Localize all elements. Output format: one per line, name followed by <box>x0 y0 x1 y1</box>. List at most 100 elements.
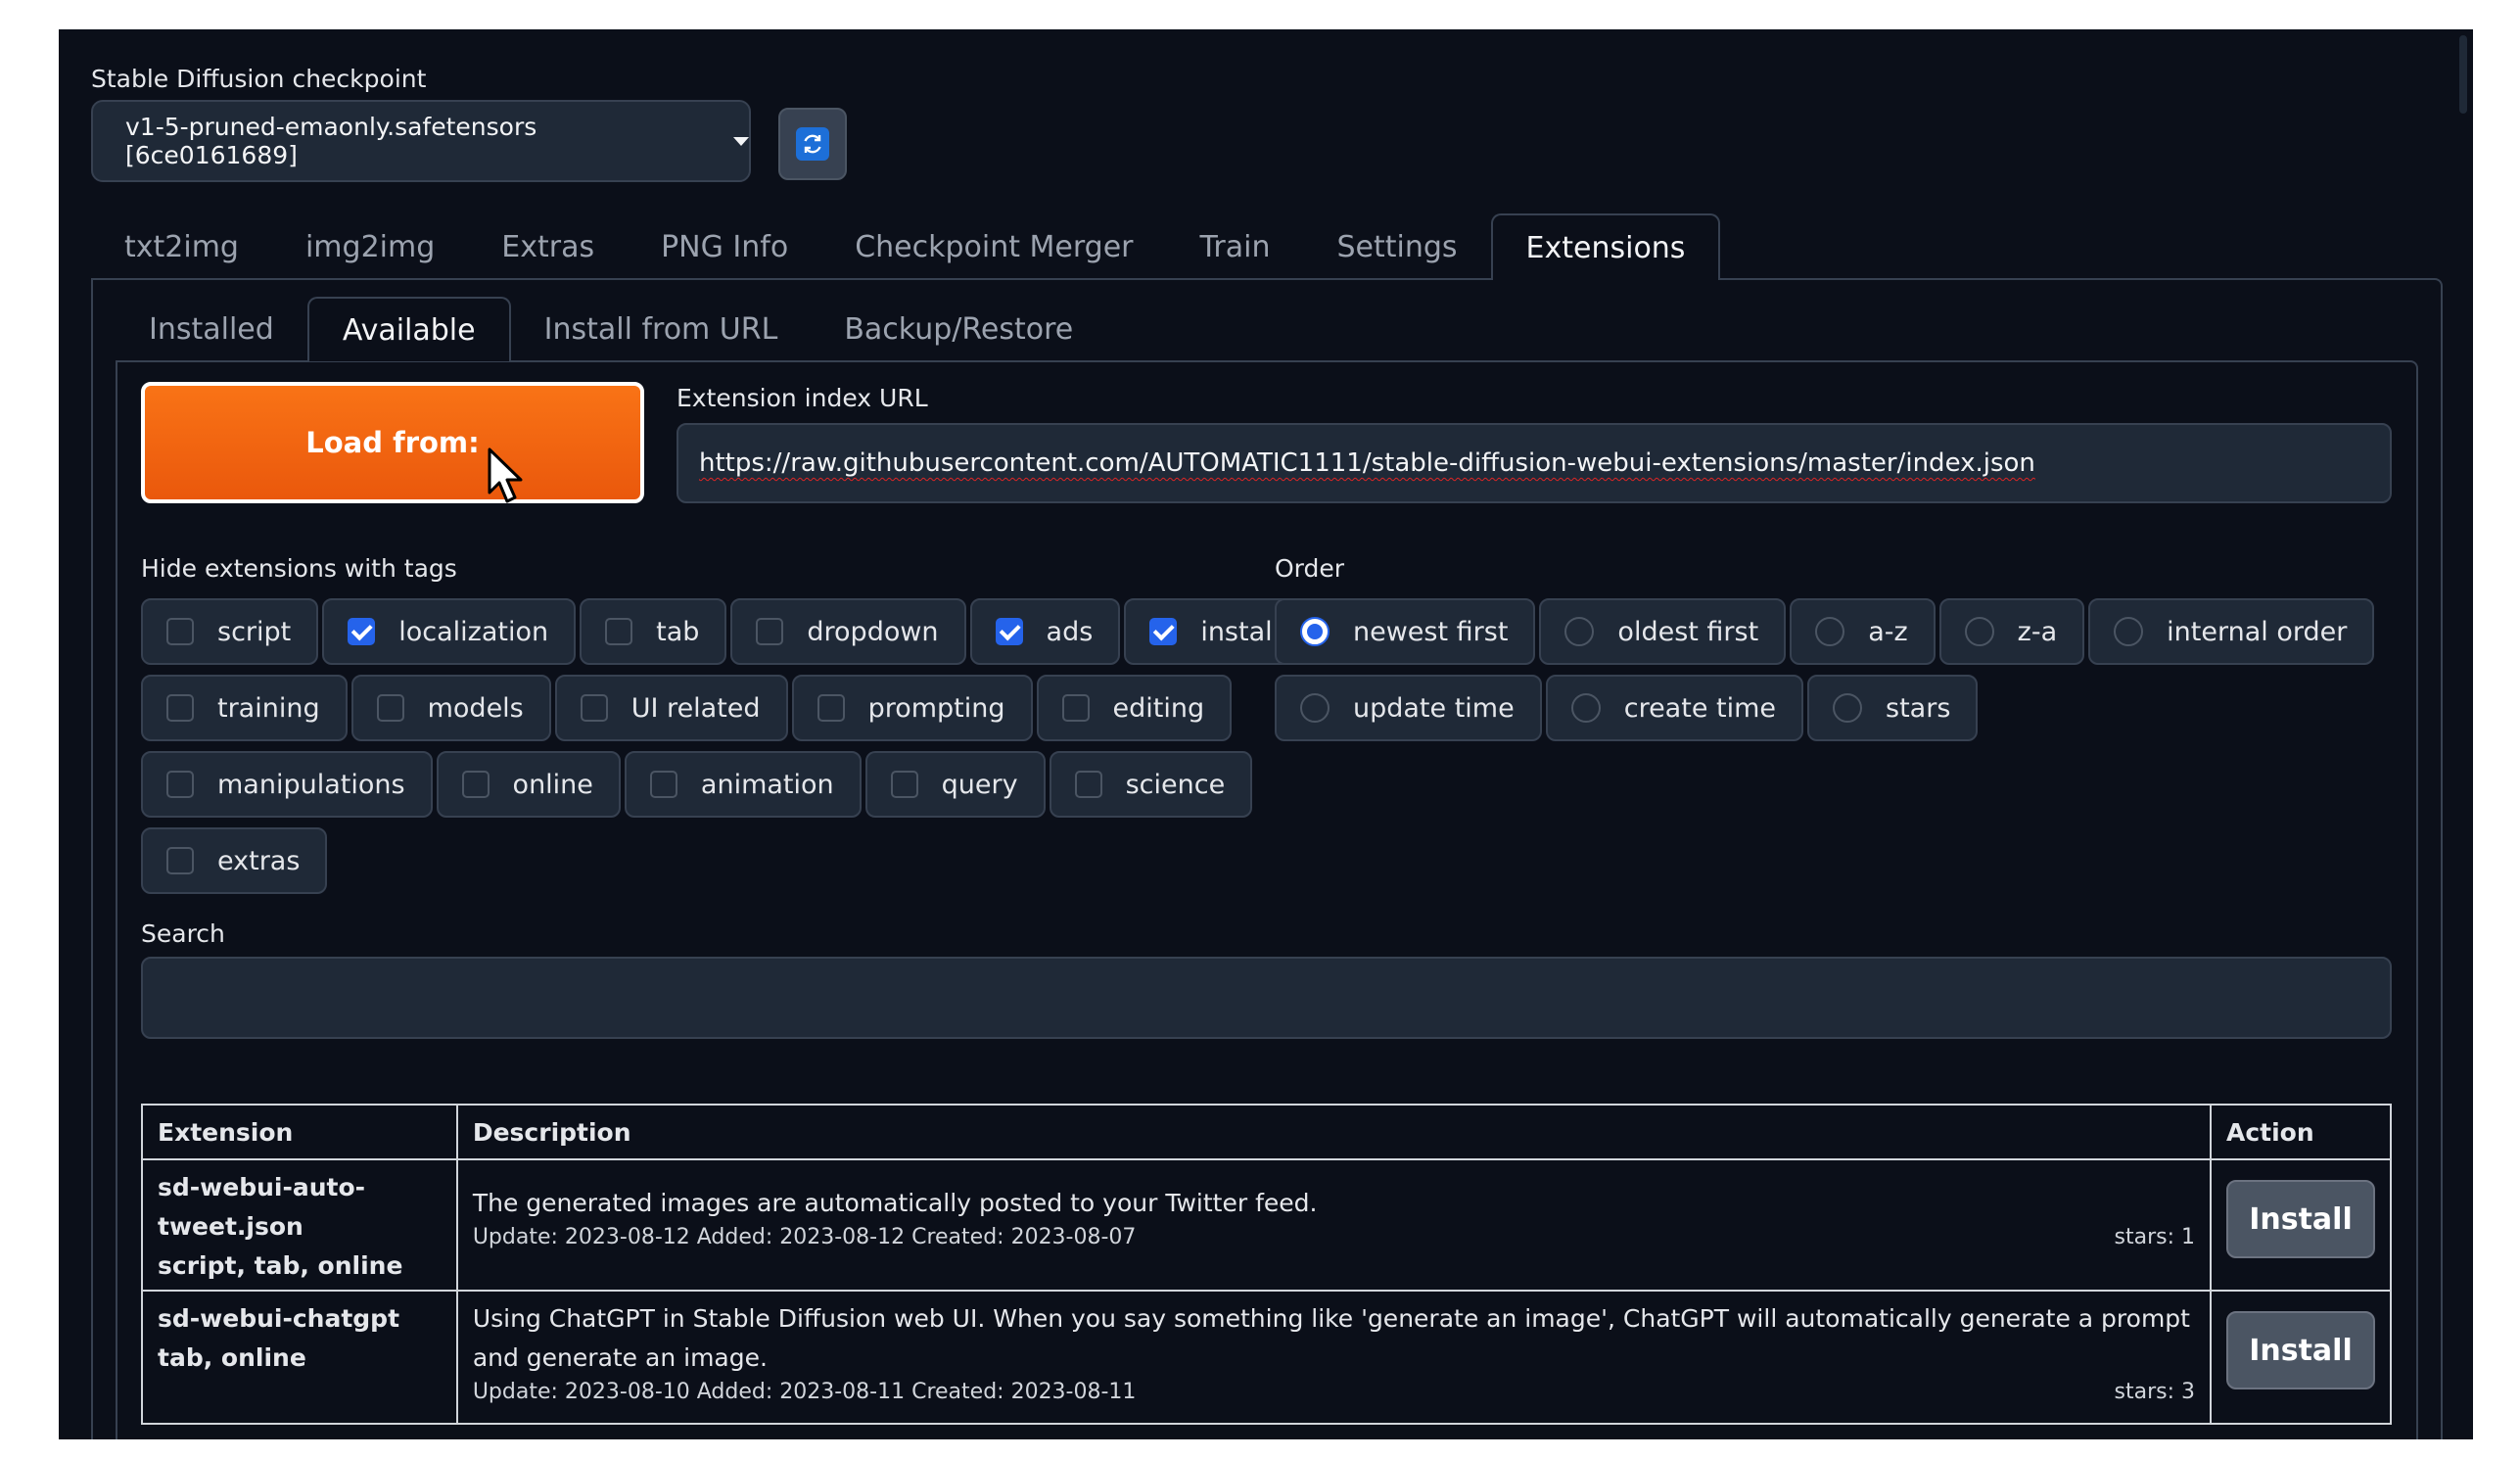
checkpoint-dropdown[interactable]: v1-5-pruned-emaonly.safetensors [6ce0161… <box>91 100 751 182</box>
tag-label: animation <box>700 769 834 800</box>
install-button[interactable]: Install <box>2225 1311 2375 1389</box>
order-radio-a-z[interactable]: a-z <box>1790 598 1936 665</box>
table-row: sd-webui-auto-tweet.json script, tab, onl… <box>141 1158 2393 1292</box>
subtab-installed[interactable]: Installed <box>116 297 307 361</box>
checkbox-icon[interactable] <box>166 771 194 798</box>
tag-checkbox-models[interactable]: models <box>350 675 551 741</box>
radio-icon[interactable] <box>1964 617 1994 646</box>
tag-checkbox-query[interactable]: query <box>864 751 1046 818</box>
order-radio-create-time[interactable]: create time <box>1545 675 1804 741</box>
checkbox-icon[interactable] <box>649 771 677 798</box>
order-radio-z-a[interactable]: z-a <box>1938 598 2085 665</box>
checkbox-icon[interactable] <box>1074 771 1102 798</box>
chevron-down-icon <box>733 136 749 146</box>
tag-checkbox-tab[interactable]: tab <box>580 598 727 665</box>
extension-tags: script, tab, online <box>158 1251 403 1280</box>
tag-row: manipulations online animation query science <box>141 751 1256 818</box>
radio-icon[interactable] <box>2114 617 2144 646</box>
checkbox-icon[interactable] <box>376 694 404 722</box>
tag-checkbox-script[interactable]: script <box>141 598 319 665</box>
tag-label: script <box>217 616 292 647</box>
tag-checkbox-manipulations[interactable]: manipulations <box>141 751 433 818</box>
tag-label: editing <box>1112 692 1205 724</box>
index-url-input[interactable]: https://raw.githubusercontent.com/AUTOMA… <box>677 423 2392 503</box>
checkbox-icon[interactable] <box>166 694 194 722</box>
refresh-checkpoint-button[interactable] <box>778 108 847 180</box>
tag-label: prompting <box>867 692 1005 724</box>
tag-checkbox-animation[interactable]: animation <box>624 751 862 818</box>
tab-extras[interactable]: Extras <box>468 213 628 280</box>
load-from-button[interactable]: Load from: <box>141 382 644 503</box>
radio-selected-icon[interactable] <box>1300 617 1330 646</box>
order-label: a-z <box>1868 616 1908 647</box>
order-label: update time <box>1353 692 1515 724</box>
radio-icon[interactable] <box>1300 693 1330 723</box>
tag-row: script localization tab dropdown ads installe… <box>141 598 1344 665</box>
extension-name-link[interactable]: sd-webui-chatgpt <box>158 1299 442 1339</box>
subtab-available[interactable]: Available <box>306 297 511 361</box>
tag-checkbox-prompting[interactable]: prompting <box>791 675 1033 741</box>
tab-settings[interactable]: Settings <box>1303 213 1490 280</box>
tag-checkbox-science[interactable]: science <box>1049 751 1253 818</box>
search-input[interactable] <box>141 957 2392 1039</box>
search-label: Search <box>141 919 225 948</box>
checkbox-icon[interactable] <box>580 694 608 722</box>
order-radio-update-time[interactable]: update time <box>1275 675 1542 741</box>
tag-checkbox-ads[interactable]: ads <box>969 598 1121 665</box>
order-radio-stars[interactable]: stars <box>1807 675 1979 741</box>
description-cell: The generated images are automatically p… <box>455 1158 2212 1292</box>
checkbox-icon[interactable] <box>605 618 633 645</box>
checkbox-icon[interactable] <box>166 618 194 645</box>
order-radio-oldest-first[interactable]: oldest first <box>1539 598 1787 665</box>
tab-train[interactable]: Train <box>1167 213 1304 280</box>
checkbox-checked-icon[interactable] <box>1149 618 1178 645</box>
radio-icon[interactable] <box>1833 693 1863 723</box>
checkbox-icon[interactable] <box>1061 694 1090 722</box>
checkbox-icon[interactable] <box>756 618 784 645</box>
checkbox-icon[interactable] <box>817 694 845 722</box>
tag-checkbox-extras[interactable]: extras <box>141 827 328 894</box>
tab-img2img[interactable]: img2img <box>272 213 468 280</box>
extension-dates: Update: 2023-08-10 Added: 2023-08-11 Cre… <box>472 1380 1137 1404</box>
tab-extensions[interactable]: Extensions <box>1490 213 1721 280</box>
order-radio-internal-order[interactable]: internal order <box>2088 598 2375 665</box>
order-row: newest first oldest first a-z z-a internal o… <box>1275 598 2378 665</box>
checkbox-checked-icon[interactable] <box>348 618 376 645</box>
order-label: internal order <box>2167 616 2348 647</box>
scroll-thumb[interactable] <box>2459 35 2467 114</box>
page-scrollbar[interactable] <box>2453 29 2473 1439</box>
refresh-icon <box>796 127 829 161</box>
tag-label: extras <box>217 845 301 876</box>
tag-checkbox-ui-related[interactable]: UI related <box>554 675 788 741</box>
tag-checkbox-online[interactable]: online <box>436 751 621 818</box>
checkbox-icon[interactable] <box>461 771 490 798</box>
tag-label: ads <box>1046 616 1094 647</box>
install-button[interactable]: Install <box>2225 1180 2375 1258</box>
tag-label: models <box>427 692 524 724</box>
checkbox-icon[interactable] <box>166 847 194 874</box>
extension-meta: Update: 2023-08-10 Added: 2023-08-11 Cre… <box>473 1378 2195 1407</box>
radio-icon[interactable] <box>1564 617 1595 646</box>
order-label: Order <box>1275 554 1345 583</box>
order-radio-newest-first[interactable]: newest first <box>1275 598 1536 665</box>
tab-txt2img[interactable]: txt2img <box>91 213 272 280</box>
tag-checkbox-training[interactable]: training <box>141 675 348 741</box>
tag-checkbox-editing[interactable]: editing <box>1036 675 1233 741</box>
extension-description: The generated images are automatically p… <box>472 1189 1318 1217</box>
checkbox-icon[interactable] <box>890 771 918 798</box>
tab-checkpoint-merger[interactable]: Checkpoint Merger <box>821 213 1166 280</box>
extension-name-link[interactable]: tweet.json <box>158 1207 442 1247</box>
tab-png-info[interactable]: PNG Info <box>628 213 821 280</box>
tag-checkbox-dropdown[interactable]: dropdown <box>730 598 966 665</box>
action-cell: Install <box>2209 1290 2393 1425</box>
tag-label: training <box>217 692 320 724</box>
tag-checkbox-localization[interactable]: localization <box>322 598 577 665</box>
radio-icon[interactable] <box>1570 693 1601 723</box>
radio-icon[interactable] <box>1815 617 1845 646</box>
subtab-install-from-url[interactable]: Install from URL <box>511 297 812 361</box>
mouse-cursor-icon <box>488 447 523 503</box>
extension-name-link[interactable]: sd-webui-auto- <box>158 1168 442 1207</box>
tag-label: manipulations <box>217 769 405 800</box>
checkbox-checked-icon[interactable] <box>995 618 1023 645</box>
subtab-backup-restore[interactable]: Backup/Restore <box>811 297 1106 361</box>
